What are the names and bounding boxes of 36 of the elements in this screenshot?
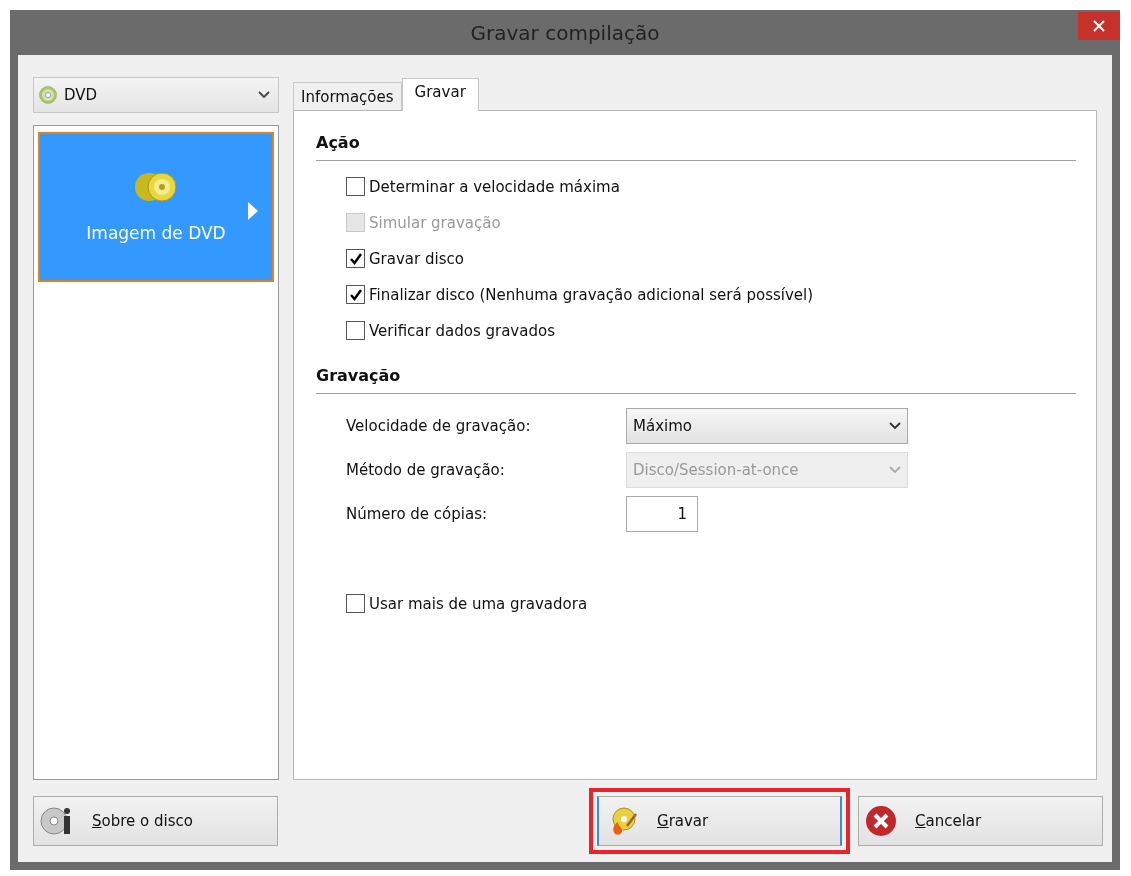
checkbox[interactable] bbox=[346, 177, 365, 196]
checkbox-option[interactable]: Verificar dados gravados bbox=[346, 321, 555, 340]
about-button[interactable]: Sobre o disco bbox=[33, 796, 278, 846]
checkbox-option[interactable]: Usar mais de uma gravadora bbox=[346, 594, 1076, 613]
check-icon bbox=[348, 287, 363, 302]
field-label: Número de cópias: bbox=[346, 505, 489, 523]
select-field[interactable]: Máximo bbox=[626, 408, 908, 444]
tab[interactable]: Informações bbox=[293, 82, 402, 110]
check-icon bbox=[348, 251, 363, 266]
tab[interactable]: Gravar bbox=[401, 78, 479, 111]
checkbox[interactable] bbox=[346, 249, 365, 268]
window-title: Gravar compilação bbox=[470, 20, 660, 45]
checkbox-option[interactable]: Finalizar disco (Nenhuma gravação adicional será possível) bbox=[346, 285, 814, 304]
chevron-down-icon bbox=[889, 466, 901, 474]
cancel-button[interactable]: Cancelar bbox=[858, 796, 1103, 846]
number-field[interactable]: 1 bbox=[626, 496, 698, 532]
close-button[interactable] bbox=[1078, 12, 1120, 40]
cancel-icon bbox=[865, 805, 897, 837]
discs-icon bbox=[134, 171, 178, 203]
section-heading: Ação bbox=[316, 133, 360, 152]
section-heading: Gravação bbox=[316, 366, 401, 385]
disc-type-dropdown[interactable]: DVD bbox=[33, 77, 279, 113]
chevron-down-icon bbox=[258, 91, 270, 99]
triangle-right-icon bbox=[248, 202, 258, 220]
checkbox-option[interactable]: Gravar disco bbox=[346, 249, 464, 268]
chevron-down-icon bbox=[889, 422, 901, 430]
disc-flame-icon bbox=[609, 806, 639, 836]
checkbox[interactable] bbox=[346, 594, 365, 613]
field-label: Método de gravação: bbox=[346, 461, 506, 479]
checkbox[interactable] bbox=[346, 321, 365, 340]
checkbox-option[interactable]: Determinar a velocidade máxima bbox=[346, 177, 620, 196]
checkbox[interactable] bbox=[346, 285, 365, 304]
field-label: Velocidade de gravação: bbox=[346, 417, 532, 435]
close-icon bbox=[1093, 20, 1105, 32]
disc-icon bbox=[38, 85, 58, 105]
burn-button[interactable]: Gravar bbox=[597, 796, 842, 846]
